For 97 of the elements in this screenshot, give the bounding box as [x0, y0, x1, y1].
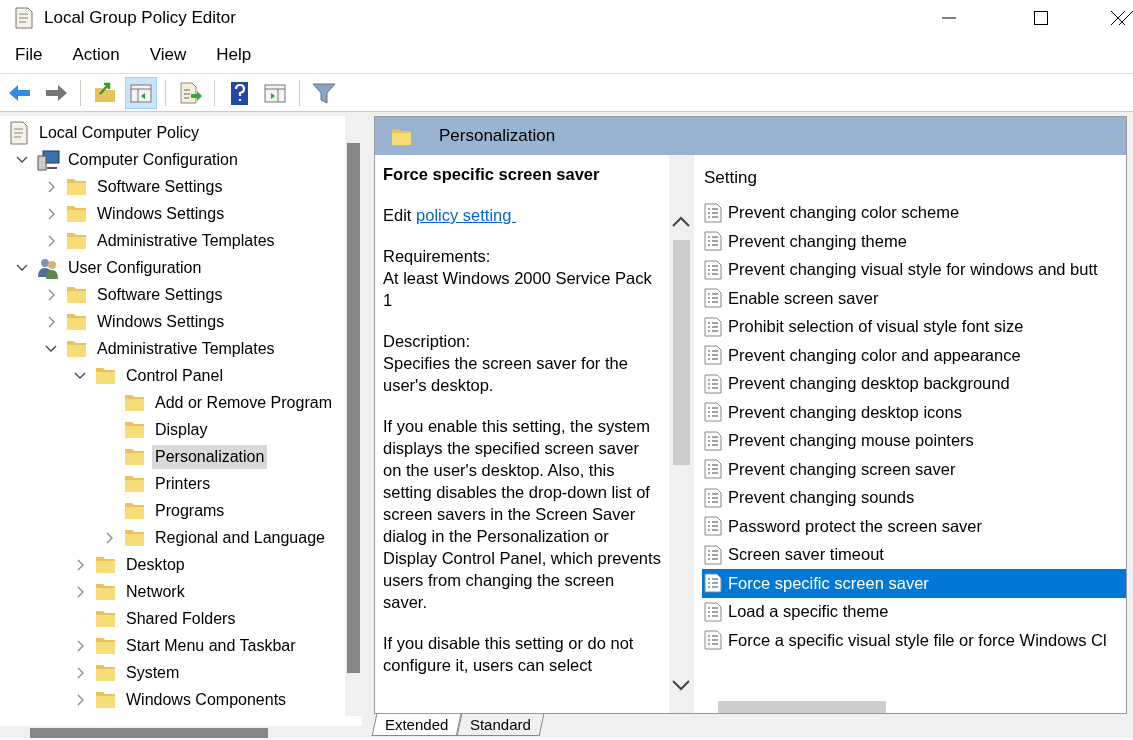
- tree-item[interactable]: Add or Remove Program: [152, 390, 335, 415]
- setting-label: Prevent changing sounds: [728, 487, 915, 509]
- tree-item[interactable]: Shared Folders: [123, 606, 239, 631]
- close-icon: [1111, 10, 1133, 26]
- setting-row[interactable]: Prevent changing color scheme: [702, 198, 1126, 227]
- tree-item[interactable]: Programs: [152, 498, 228, 523]
- setting-label: Prevent changing theme: [728, 230, 907, 252]
- tree-item[interactable]: Local Computer Policy: [36, 120, 203, 145]
- menu-item[interactable]: File: [0, 41, 58, 68]
- setting-row[interactable]: Prevent changing sounds: [702, 483, 1126, 512]
- scrollbar-thumb[interactable]: [347, 143, 360, 673]
- tree-item[interactable]: System: [123, 660, 183, 685]
- policy-icon: [704, 288, 722, 309]
- maximize-icon: [1034, 11, 1048, 25]
- setting-label: Prevent changing color scheme: [728, 202, 960, 224]
- tree-item[interactable]: Personalization: [152, 444, 268, 469]
- setting-row[interactable]: Load a specific theme: [702, 597, 1126, 626]
- policy-icon: [704, 630, 722, 651]
- tree-item[interactable]: Windows Components: [123, 687, 290, 712]
- policy-icon: [704, 487, 722, 508]
- policy-icon: [704, 573, 722, 594]
- tree-item[interactable]: Software Settings: [94, 174, 226, 199]
- export-list-icon: [177, 79, 203, 106]
- tree-item[interactable]: Start Menu and Taskbar: [123, 633, 299, 658]
- computer-icon: [37, 147, 61, 172]
- setting-row[interactable]: Enable screen saver: [702, 284, 1126, 313]
- scrollbar-thumb[interactable]: [718, 701, 886, 714]
- setting-label: Prohibit selection of visual style font size: [728, 316, 1024, 338]
- policy-icon: [704, 459, 722, 480]
- setting-row[interactable]: Force specific screen saver: [702, 569, 1126, 598]
- edit-label: Edit: [383, 206, 412, 224]
- setting-row[interactable]: Prevent changing mouse pointers: [702, 426, 1126, 455]
- description-text: Requirements: At least Windows 2000 Service Pack 1: [383, 246, 653, 311]
- tree-item[interactable]: Administrative Templates: [94, 336, 278, 361]
- setting-row[interactable]: Password protect the screen saver: [702, 512, 1126, 541]
- setting-label: Force specific screen saver: [728, 572, 929, 594]
- tree-item[interactable]: Windows Settings: [94, 309, 228, 334]
- setting-row[interactable]: Prevent changing visual style for windows and butt: [702, 255, 1126, 284]
- column-header: Setting: [703, 167, 758, 189]
- policy-icon: [704, 316, 722, 337]
- document-icon: [14, 6, 34, 30]
- tree-item[interactable]: Windows Settings: [94, 201, 228, 226]
- policy-icon: [704, 516, 722, 537]
- setting-label: Password protect the screen saver: [728, 515, 983, 537]
- setting-label: Prevent changing desktop background: [728, 373, 1010, 395]
- menu-item[interactable]: Action: [57, 41, 135, 68]
- setting-row[interactable]: Prevent changing screen saver: [702, 455, 1126, 484]
- setting-row[interactable]: Prevent changing desktop icons: [702, 398, 1126, 427]
- setting-label: Force a specific visual style file or force Windows Cl: [728, 629, 1107, 651]
- setting-label: Prevent changing screen saver: [728, 458, 956, 480]
- policy-icon: [704, 345, 722, 366]
- scroll-up-icon[interactable]: [671, 215, 691, 227]
- policy-icon: [704, 373, 722, 394]
- setting-label: Prevent changing visual style for windows and butt: [728, 259, 1098, 281]
- setting-label: Load a specific theme: [728, 601, 889, 623]
- setting-label: Prevent changing color and appearance: [728, 344, 1021, 366]
- policy-icon: [704, 601, 722, 622]
- description-text: If you disable this setting or do not configure it, users can select: [383, 633, 635, 676]
- policy-title: Force specific screen saver: [383, 164, 601, 185]
- policy-icon: [704, 259, 722, 280]
- policy-link[interactable]: policy setting: [416, 206, 516, 224]
- setting-label: Prevent changing desktop icons: [728, 401, 962, 423]
- setting-row[interactable]: Screen saver timeout: [702, 540, 1126, 569]
- view-tab[interactable]: Extended: [371, 714, 462, 737]
- description-text: If you enable this setting, the system displays the specified screen saver on the user's desktop. Also, this setting disables the drop-down list of screen savers in the Screen Saver dialog in the Personalization or Display Control Panel, which prevents users from changing the screen saver.: [383, 416, 661, 613]
- tree-item[interactable]: Administrative Templates: [94, 228, 278, 253]
- setting-row[interactable]: Prohibit selection of visual style font size: [702, 312, 1126, 341]
- setting-label: Prevent changing mouse pointers: [728, 430, 974, 452]
- scrollbar-thumb[interactable]: [30, 728, 268, 738]
- policy-icon: [704, 544, 722, 565]
- setting-row[interactable]: Force a specific visual style file or force Windows Cl: [702, 626, 1126, 655]
- view-tab[interactable]: Standard: [457, 714, 545, 737]
- policy-icon: [704, 202, 722, 223]
- tree-item[interactable]: Computer Configuration: [65, 147, 241, 172]
- policy-icon: [704, 402, 722, 423]
- tree-item[interactable]: Network: [123, 579, 188, 604]
- policy-icon: [704, 430, 722, 451]
- policy-icon: [704, 231, 722, 252]
- menu-item[interactable]: View: [134, 41, 202, 68]
- window-title: Local Group Policy Editor: [44, 7, 236, 30]
- scroll-down-icon[interactable]: [671, 680, 691, 692]
- tree-item[interactable]: Control Panel: [123, 363, 226, 388]
- tree-item[interactable]: Display: [152, 417, 211, 442]
- tree-item[interactable]: Printers: [152, 471, 214, 496]
- setting-label: Screen saver timeout: [728, 544, 884, 566]
- setting-row[interactable]: Prevent changing theme: [702, 227, 1126, 256]
- scrollbar-thumb[interactable]: [673, 240, 690, 465]
- tree-item[interactable]: User Configuration: [65, 255, 205, 280]
- tree-item[interactable]: Software Settings: [94, 282, 226, 307]
- pane-title: Personalization: [439, 125, 556, 148]
- tree-item[interactable]: Regional and Language: [152, 525, 328, 550]
- description-text: Description: Specifies the screen saver for the user's desktop.: [383, 331, 629, 396]
- setting-row[interactable]: Prevent changing desktop background: [702, 369, 1126, 398]
- setting-row[interactable]: Prevent changing color and appearance: [702, 341, 1126, 370]
- tree-item[interactable]: Desktop: [123, 552, 188, 577]
- menu-item[interactable]: Help: [201, 41, 267, 68]
- setting-label: Enable screen saver: [728, 287, 879, 309]
